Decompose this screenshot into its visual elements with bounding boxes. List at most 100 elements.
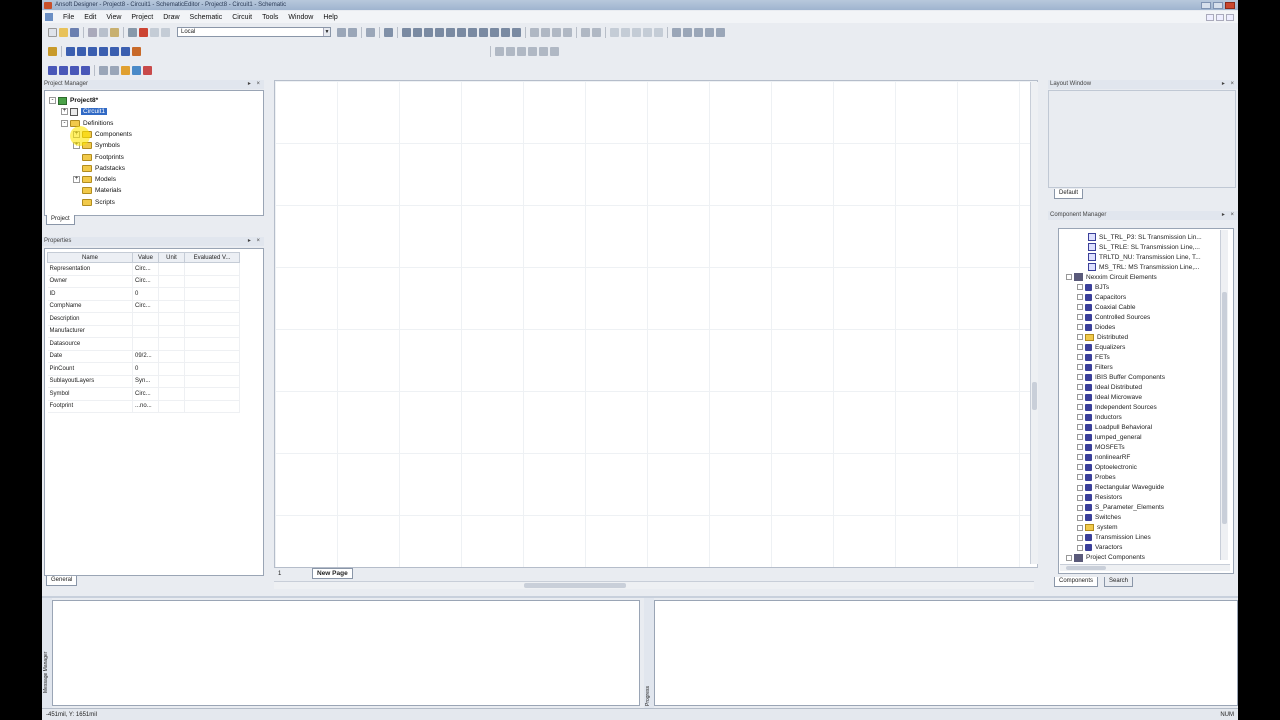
tab-default[interactable]: Default [1054, 189, 1084, 199]
pan-icon[interactable] [716, 27, 725, 37]
component-tree-item[interactable]: IBIS Buffer Components [1077, 372, 1165, 382]
table-row[interactable]: Footprint ...no... [47, 400, 240, 413]
component-tree-item[interactable]: Optoelectronic [1077, 462, 1137, 472]
close-button[interactable] [1225, 1, 1235, 9]
table-cell[interactable] [132, 325, 159, 338]
table-row[interactable]: Manufacturer [47, 325, 240, 338]
component-tree-item[interactable]: Ideal Microwave [1077, 392, 1142, 402]
expand-icon[interactable] [1077, 324, 1083, 331]
component-tree-item[interactable]: Probes [1077, 472, 1116, 482]
component-vertical-scrollbar[interactable] [1220, 230, 1228, 560]
tune-icon[interactable] [643, 27, 652, 37]
component-tree-item[interactable]: Resistors [1077, 493, 1122, 503]
component-tree-item[interactable]: Diodes [1077, 322, 1115, 332]
component-tree-item[interactable]: Project Components [1066, 553, 1145, 562]
table-cell[interactable]: Circ... [132, 275, 159, 288]
snap-icon[interactable] [348, 27, 357, 37]
zoom-in-icon[interactable] [672, 27, 681, 37]
paste-icon[interactable] [110, 27, 119, 37]
expand-icon[interactable]: + [73, 176, 80, 184]
component-tree-item[interactable]: MS_TRL: MS Transmission Line,... [1088, 262, 1199, 272]
fit-all-icon[interactable] [694, 27, 703, 37]
report-icon[interactable] [654, 27, 663, 37]
schematic-canvas[interactable] [274, 80, 1038, 568]
menu-project[interactable]: Project [126, 14, 158, 21]
polygon-icon[interactable] [110, 46, 119, 56]
column-header[interactable]: Unit [158, 252, 185, 263]
component-tree-item[interactable]: SL_TRLE: SL Transmission Line,... [1088, 242, 1200, 252]
expand-icon[interactable]: + [61, 108, 68, 116]
menu-file[interactable]: File [58, 14, 79, 21]
undo-icon[interactable] [150, 27, 159, 37]
layers-icon[interactable] [366, 27, 375, 37]
align-left-icon[interactable] [530, 27, 539, 37]
table-row[interactable]: CompName Circ... [47, 300, 240, 313]
scrollbar-thumb[interactable] [1066, 566, 1106, 570]
minimize-button[interactable] [1201, 1, 1211, 9]
scrollbar-thumb[interactable] [1032, 382, 1037, 410]
panel-close-icon[interactable]: ▸ × [1222, 211, 1236, 220]
align-top-icon[interactable] [552, 27, 561, 37]
tab-general[interactable]: General [46, 576, 78, 586]
menu-schematic[interactable]: Schematic [185, 14, 228, 21]
table-cell[interactable]: Circ... [132, 300, 159, 313]
expand-icon[interactable] [1077, 314, 1083, 321]
align-right-icon[interactable] [541, 27, 550, 37]
menu-window[interactable]: Window [283, 14, 318, 21]
expand-icon[interactable] [1066, 554, 1072, 561]
table-row[interactable]: Date 09/2... [47, 350, 240, 363]
text-icon[interactable] [457, 27, 466, 37]
measure-icon[interactable] [99, 65, 108, 75]
pin-link-icon[interactable] [550, 46, 559, 56]
table-cell[interactable]: 09/2... [132, 350, 159, 363]
canvas-horizontal-scrollbar[interactable] [274, 581, 1034, 589]
pin-right-icon[interactable] [539, 46, 548, 56]
component-tree-item[interactable]: Varactors [1077, 543, 1122, 553]
table-cell[interactable] [132, 312, 159, 326]
zoom-area-icon[interactable] [705, 27, 714, 37]
menu-view[interactable]: View [101, 14, 126, 21]
save-icon[interactable] [70, 27, 79, 37]
flip-icon[interactable] [479, 27, 488, 37]
rotate-icon[interactable] [468, 27, 477, 37]
scrollbar-thumb[interactable] [524, 583, 626, 588]
component-tree-item[interactable]: Distributed [1077, 332, 1128, 342]
table-row[interactable]: Representation Circ... [47, 262, 240, 276]
expand-icon[interactable] [1077, 394, 1083, 401]
component-tree-item[interactable]: system [1077, 523, 1118, 533]
panel-close-icon[interactable]: ▸ × [1222, 80, 1236, 89]
component-tree-item[interactable]: Controlled Sources [1077, 312, 1150, 322]
expand-icon[interactable] [1077, 434, 1083, 441]
distribute-h-icon[interactable] [581, 27, 590, 37]
layer-select[interactable]: Local ▼ [177, 27, 331, 37]
component-tree-item[interactable]: Loadpull Behavioral [1077, 422, 1152, 432]
copy-icon[interactable] [99, 27, 108, 37]
rectangle-icon[interactable] [99, 46, 108, 56]
component-horizontal-scrollbar[interactable] [1060, 564, 1230, 571]
table-cell[interactable]: Circ... [132, 262, 159, 276]
expand-icon[interactable] [1077, 524, 1083, 531]
expand-icon[interactable] [1077, 424, 1083, 431]
component-tree-item[interactable]: Rectangular Waveguide [1077, 483, 1164, 493]
expand-icon[interactable] [1077, 484, 1083, 491]
expand-icon[interactable] [1077, 304, 1083, 311]
ruler-icon[interactable] [110, 65, 119, 75]
menu-circuit[interactable]: Circuit [227, 14, 257, 21]
tree-node[interactable]: Padstacks [73, 163, 125, 174]
optimize-icon[interactable] [632, 27, 641, 37]
page-port-icon[interactable] [424, 27, 433, 37]
tab-project[interactable]: Project [46, 215, 75, 225]
table-cell[interactable]: ...no... [132, 400, 159, 413]
expand-icon[interactable] [1077, 464, 1083, 471]
expand-icon[interactable] [1077, 414, 1083, 421]
canvas-vertical-scrollbar[interactable] [1030, 82, 1038, 564]
expand-icon[interactable] [1077, 494, 1083, 501]
distribute-v-icon[interactable] [592, 27, 601, 37]
component-tree-item[interactable]: Filters [1077, 362, 1113, 372]
doc-close-button[interactable] [1226, 13, 1234, 21]
menu-draw[interactable]: Draw [158, 14, 184, 21]
expand-icon[interactable] [1066, 274, 1072, 281]
column-header[interactable]: Evaluated V... [184, 252, 240, 263]
component-tree-item[interactable]: Ideal Distributed [1077, 382, 1142, 392]
add-model-icon[interactable] [70, 65, 79, 75]
